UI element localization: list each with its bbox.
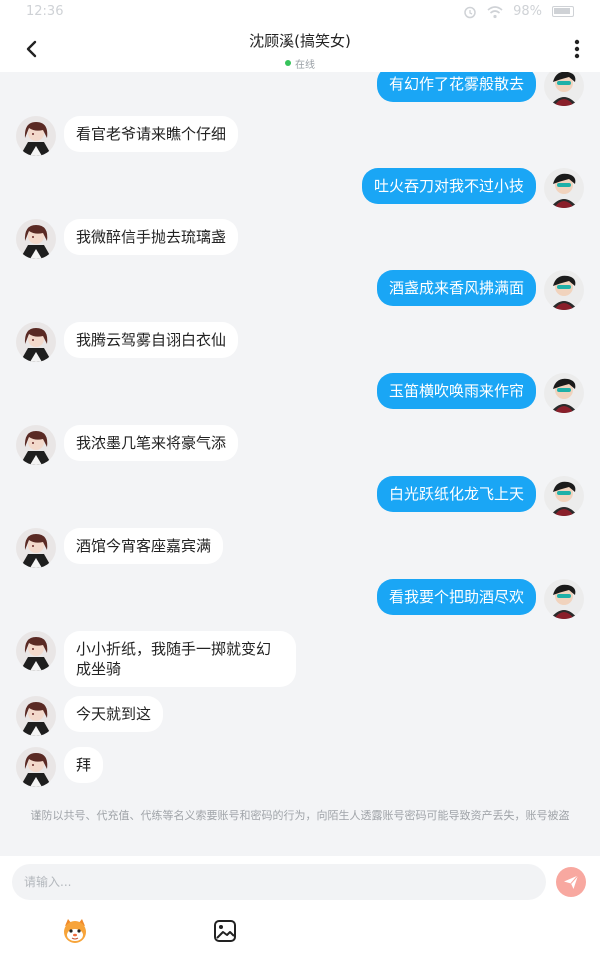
- avatar-mascot-icon: [544, 476, 584, 516]
- avatar-girl-icon: [16, 696, 56, 736]
- message-sent: 玉笛横吹唤雨来作帘: [376, 373, 584, 413]
- message-input[interactable]: [12, 864, 546, 900]
- avatar-mascot-icon: [544, 373, 584, 413]
- header-title-block: 沈顾溪(搞笑女) 在线: [0, 30, 600, 71]
- wifi-icon: [487, 5, 503, 18]
- avatar-mascot-icon: [544, 579, 584, 619]
- contact-avatar[interactable]: [16, 631, 56, 671]
- message-sent: 有幻作了花雾般散去: [376, 72, 584, 106]
- message-bubble[interactable]: 玉笛横吹唤雨来作帘: [376, 373, 536, 409]
- composer-bar: [0, 856, 600, 960]
- message-bubble[interactable]: 酒馆今宵客座嘉宾满: [64, 528, 224, 564]
- my-avatar[interactable]: [544, 373, 584, 413]
- battery-icon: [552, 6, 574, 17]
- message-bubble[interactable]: 小小折纸，我随手一掷就变幻成坐骑: [64, 631, 296, 687]
- battery-percent: 98%: [513, 4, 542, 19]
- my-avatar[interactable]: [544, 270, 584, 310]
- message-bubble[interactable]: 看官老爷请来瞧个仔细: [64, 116, 239, 152]
- message-bubble[interactable]: 我腾云驾雾自诩白衣仙: [64, 322, 239, 358]
- message-bubble[interactable]: 拜: [64, 747, 104, 783]
- message-sent: 白光跃纸化龙飞上天: [376, 476, 584, 516]
- my-avatar[interactable]: [544, 168, 584, 208]
- my-avatar[interactable]: [544, 579, 584, 619]
- alarm-icon: [464, 6, 476, 18]
- emoji-mascot-icon: [64, 919, 86, 943]
- online-status-label: 在线: [295, 59, 315, 71]
- message-sent: 酒盏成来香风拂满面: [376, 270, 584, 310]
- message-bubble[interactable]: 今天就到这: [64, 696, 164, 732]
- message-received: 我浓墨几笔来将豪气添: [16, 425, 239, 465]
- contact-avatar[interactable]: [16, 322, 56, 362]
- message-bubble[interactable]: 有幻作了花雾般散去: [376, 72, 536, 102]
- contact-avatar[interactable]: [16, 219, 56, 259]
- avatar-girl-icon: [16, 116, 56, 156]
- contact-avatar[interactable]: [16, 528, 56, 568]
- message-bubble[interactable]: 看我要个把助酒尽欢: [376, 579, 536, 615]
- contact-avatar[interactable]: [16, 696, 56, 736]
- paper-plane-icon: [564, 875, 579, 889]
- message-bubble[interactable]: 吐火吞刀对我不过小技: [361, 168, 536, 204]
- emoji-button[interactable]: [60, 916, 90, 946]
- status-time: 12:36: [26, 4, 64, 19]
- avatar-girl-icon: [16, 425, 56, 465]
- message-list[interactable]: 有幻作了花雾般散去 看官老爷请来瞧个仔细 吐火吞刀对我不过小技 我微醉信手抛去琉…: [0, 72, 600, 802]
- avatar-girl-icon: [16, 322, 56, 362]
- online-dot: [285, 60, 291, 66]
- contact-avatar[interactable]: [16, 116, 56, 156]
- message-received: 小小折纸，我随手一掷就变幻成坐骑: [16, 631, 296, 687]
- more-options-button[interactable]: [570, 37, 584, 61]
- message-bubble[interactable]: 我浓墨几笔来将豪气添: [64, 425, 239, 461]
- message-received: 酒馆今宵客座嘉宾满: [16, 528, 224, 568]
- message-sent: 吐火吞刀对我不过小技: [361, 168, 584, 208]
- avatar-girl-icon: [16, 528, 56, 568]
- avatar-girl-icon: [16, 219, 56, 259]
- message-received: 我微醉信手抛去琉璃盏: [16, 219, 239, 259]
- avatar-mascot-icon: [544, 72, 584, 106]
- message-sent: 看我要个把助酒尽欢: [376, 579, 584, 619]
- contact-avatar[interactable]: [16, 425, 56, 465]
- avatar-girl-icon: [16, 631, 56, 671]
- more-vertical-icon: [574, 39, 580, 59]
- chat-header: 沈顾溪(搞笑女) 在线: [0, 26, 600, 72]
- contact-avatar[interactable]: [16, 747, 56, 787]
- message-received: 拜: [16, 747, 104, 787]
- my-avatar[interactable]: [544, 72, 584, 106]
- message-received: 我腾云驾雾自诩白衣仙: [16, 322, 239, 362]
- avatar-girl-icon: [16, 747, 56, 787]
- contact-name: 沈顾溪(搞笑女): [249, 32, 351, 50]
- avatar-mascot-icon: [544, 168, 584, 208]
- online-status: 在线: [285, 56, 315, 71]
- message-bubble[interactable]: 白光跃纸化龙飞上天: [376, 476, 536, 512]
- my-avatar[interactable]: [544, 476, 584, 516]
- status-icons: 98%: [463, 4, 574, 19]
- image-button[interactable]: [210, 916, 240, 946]
- security-notice: 谨防以共号、代充值、代练等名义索要账号和密码的行为，向陌生人透露账号密码可能导致…: [30, 809, 570, 822]
- status-bar: 12:36 98%: [0, 0, 600, 26]
- message-bubble[interactable]: 我微醉信手抛去琉璃盏: [64, 219, 239, 255]
- image-icon: [214, 920, 236, 942]
- avatar-mascot-icon: [544, 270, 584, 310]
- message-received: 今天就到这: [16, 696, 164, 736]
- message-received: 看官老爷请来瞧个仔细: [16, 116, 239, 156]
- message-bubble[interactable]: 酒盏成来香风拂满面: [376, 270, 536, 306]
- send-button[interactable]: [556, 867, 586, 897]
